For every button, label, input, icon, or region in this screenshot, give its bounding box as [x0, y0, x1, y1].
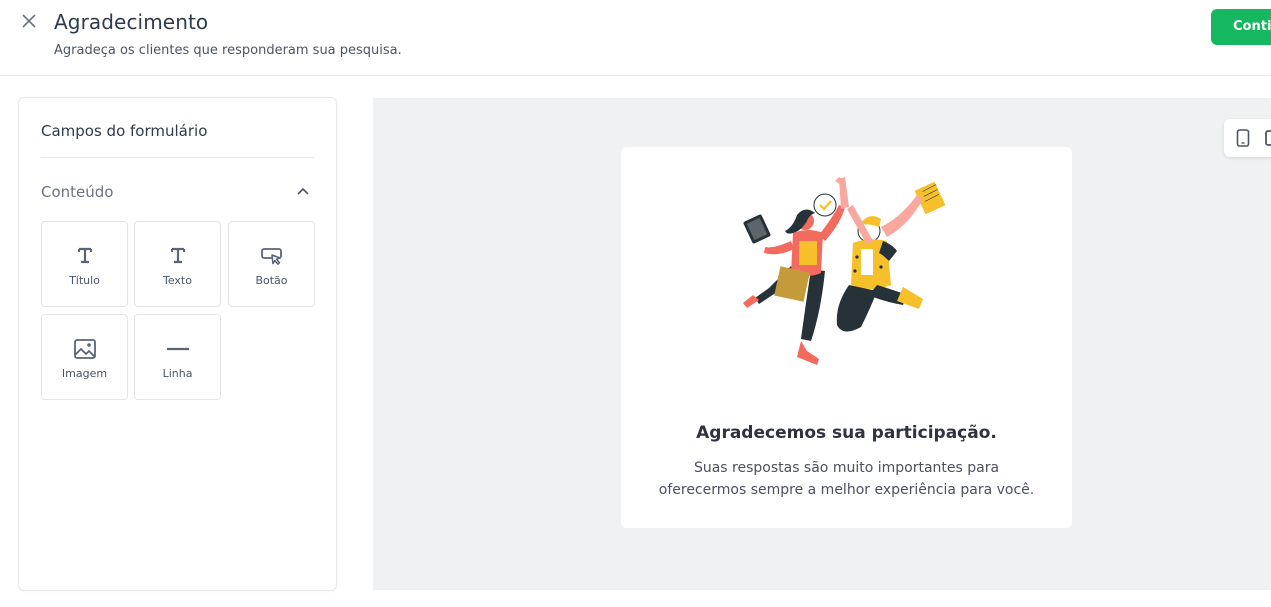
title-icon — [77, 247, 92, 264]
field-label: Imagem — [61, 367, 108, 380]
sidebar-title: Campos do formulário — [41, 122, 208, 140]
button-cursor-icon — [260, 248, 282, 265]
page-subtitle: Agradeça os clientes que responderam sua… — [54, 43, 402, 58]
sidebar-divider — [41, 157, 315, 158]
tablet-icon[interactable] — [1235, 129, 1251, 147]
field-tile-text[interactable]: Texto — [134, 221, 221, 307]
field-tile-button[interactable]: Botão — [228, 221, 315, 307]
device-toggle — [1224, 119, 1271, 157]
field-tile-image[interactable]: Imagem — [41, 314, 128, 400]
image-icon — [73, 339, 96, 359]
thank-you-card: Agradecemos sua participação. Suas respo… — [621, 147, 1072, 528]
chevron-up-icon[interactable] — [295, 183, 311, 199]
close-icon[interactable] — [18, 10, 40, 32]
field-label: Linha — [162, 367, 193, 380]
high-five-illustration — [743, 177, 946, 365]
card-text-line: Suas respostas são muito importantes par… — [693, 460, 1000, 476]
field-tile-title[interactable]: Título — [41, 221, 128, 307]
field-label: Botão — [255, 274, 288, 287]
card-title: Agradecemos sua participação. — [696, 423, 997, 443]
card-text: Suas respostas são muito importantes par… — [621, 457, 1072, 501]
continue-button[interactable]: Continuar — [1211, 9, 1271, 45]
page-title: Agradecimento — [54, 10, 209, 34]
text-icon — [170, 247, 185, 264]
form-fields-sidebar: Campos do formulário Conteúdo Título Tex… — [18, 97, 337, 591]
top-header: Agradecimento Agradeça os clientes que r… — [0, 0, 1271, 76]
field-label: Título — [69, 274, 100, 287]
field-tile-line[interactable]: Linha — [134, 314, 221, 400]
line-icon — [166, 347, 189, 351]
section-title-content[interactable]: Conteúdo — [41, 183, 113, 201]
desktop-icon[interactable] — [1265, 129, 1271, 147]
card-text-line: oferecermos sempre a melhor experiência … — [658, 482, 1035, 498]
field-label: Texto — [163, 274, 192, 287]
